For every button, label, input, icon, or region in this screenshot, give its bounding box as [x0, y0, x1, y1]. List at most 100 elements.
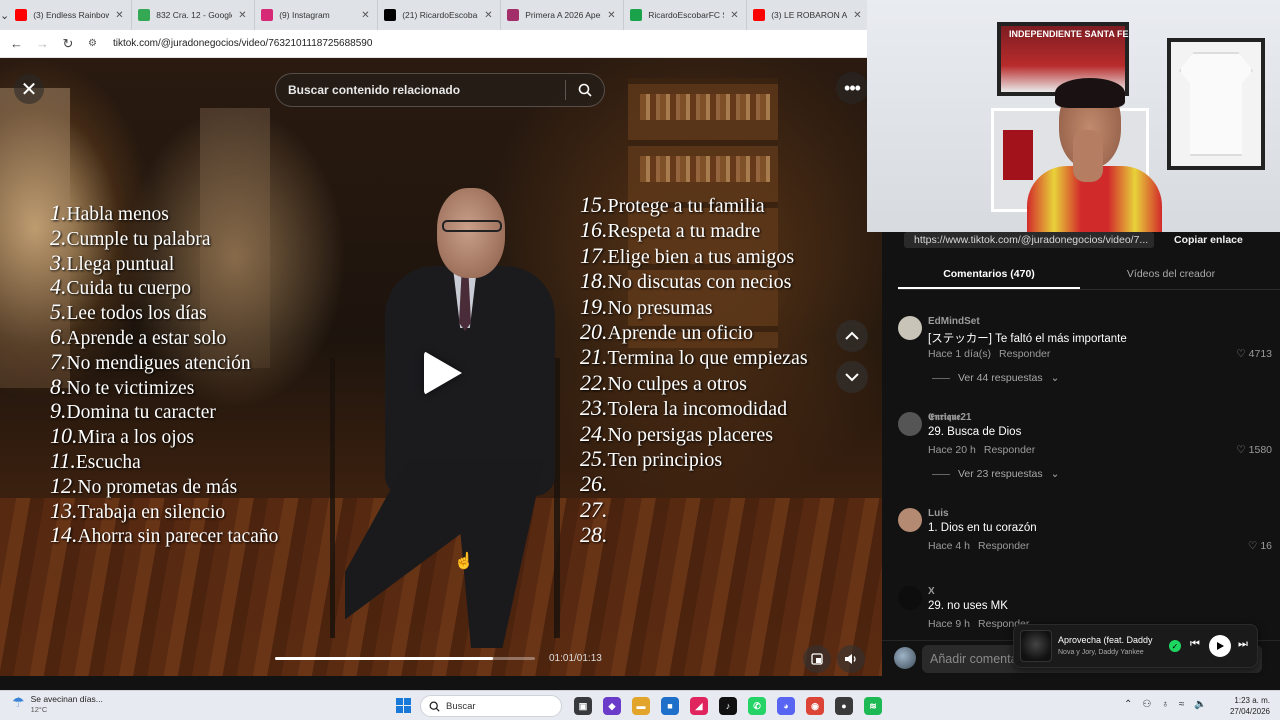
rule-item: 2.Cumple tu palabra [50, 226, 278, 252]
poster-title: INDEPENDIENTE SANTA FE [1009, 29, 1129, 39]
close-button[interactable]: ✕ [14, 74, 44, 104]
volume-button[interactable] [837, 645, 865, 673]
rule-number: 1. [50, 200, 67, 225]
task-view-icon[interactable]: ▣ [574, 697, 592, 715]
avatar[interactable] [898, 412, 922, 436]
rule-text: Lee todos los días [66, 303, 207, 325]
close-tab-icon[interactable]: ✕ [361, 10, 371, 21]
comment-username[interactable]: 𝕰𝖓𝖗𝖎𝖖𝖚𝖊21 [928, 412, 971, 423]
forward-arrow-icon[interactable]: → [36, 36, 49, 51]
comment-username[interactable]: X [928, 586, 935, 597]
store-icon[interactable]: ■ [661, 697, 679, 715]
like-button[interactable]: ♡ 16 [1248, 540, 1272, 552]
avatar[interactable] [898, 316, 922, 340]
more-options-button[interactable]: ••• [836, 72, 868, 104]
play-pause-button[interactable] [1209, 635, 1231, 657]
browser-tab[interactable]: RicardoEscobarFC Stu ✕ [624, 0, 748, 30]
previous-track-icon[interactable]: ⏮ [1190, 638, 1200, 651]
close-tab-icon[interactable]: ✕ [607, 10, 617, 21]
rule-text: No mendigues atención [66, 352, 251, 374]
search-button[interactable] [566, 83, 604, 97]
windows-start-icon[interactable] [396, 698, 411, 713]
obs-icon[interactable]: ● [835, 697, 853, 715]
ellipsis-icon: ••• [844, 77, 861, 98]
close-tab-icon[interactable]: ✕ [853, 10, 863, 21]
tray-chevron-up-icon[interactable]: ⌃ [1124, 699, 1132, 710]
video-player[interactable]: 1.Habla menos 2.Cumple tu palabra 3.Llega … [0, 58, 882, 676]
like-button[interactable]: ♡ 4713 [1236, 348, 1272, 360]
view-replies-button[interactable]: Ver 23 respuestas ⌄ [932, 468, 1059, 480]
related-search-input[interactable]: Buscar contenido relacionado [275, 73, 605, 107]
next-video-button[interactable] [836, 361, 868, 393]
reload-icon[interactable]: ↻ [62, 36, 74, 52]
weather-widget[interactable]: ☂ Se avecinan días... 12°C [12, 694, 103, 714]
close-tab-icon[interactable]: ✕ [238, 10, 248, 21]
avatar[interactable] [898, 586, 922, 610]
network-icon[interactable]: ⚇ [1142, 699, 1151, 710]
view-replies-button[interactable]: Ver 44 respuestas ⌄ [932, 372, 1059, 384]
back-arrow-icon[interactable]: ← [10, 36, 23, 51]
browser-tab[interactable]: (3) Endless Rainbow ✕ [9, 0, 133, 30]
browser-tab[interactable]: (9) Instagram ✕ [255, 0, 379, 30]
copy-link-button[interactable]: Copiar enlace [1174, 234, 1243, 246]
like-button[interactable]: ♡ 1580 [1236, 444, 1272, 456]
floating-player-button[interactable] [803, 645, 831, 673]
file-explorer-icon[interactable]: ▬ [632, 697, 650, 715]
tab-comments[interactable]: Comentarios (470) [898, 260, 1080, 289]
browser-tab[interactable]: Primera A 2026 Aper ✕ [501, 0, 625, 30]
whatsapp-icon[interactable]: ✆ [748, 697, 766, 715]
chevron-down-icon: ⌄ [1050, 372, 1060, 384]
chrome-icon[interactable]: ◉ [806, 697, 824, 715]
site-info-icon[interactable]: ⚙ [88, 38, 97, 49]
search-placeholder: Buscar contenido relacionado [288, 83, 461, 97]
rule-number: 24. [580, 420, 608, 446]
rule-number: 6. [50, 323, 67, 349]
url-text[interactable]: tiktok.com/@juradonegocios/video/7632101… [113, 38, 372, 49]
comment-time: Hace 9 h [928, 618, 971, 630]
saved-check-icon[interactable]: ✓ [1169, 640, 1181, 652]
rule-item: 11.Escucha [50, 449, 278, 475]
next-track-icon[interactable]: ⏭ [1238, 638, 1248, 651]
taskbar-search[interactable]: Buscar [420, 695, 562, 717]
rule-text: Aprende a estar solo [66, 327, 227, 349]
comment-username[interactable]: EdMindSet [928, 316, 980, 327]
reply-button[interactable]: Responder [978, 540, 1029, 552]
microphone-icon[interactable]: ♁ [1161, 699, 1169, 710]
tiktok-icon[interactable]: ♪ [719, 697, 737, 715]
share-link-field[interactable]: https://www.tiktok.com/@juradonegocios/v… [904, 232, 1154, 248]
clock[interactable]: 1:23 a. m. 27/04/2026 [1224, 695, 1270, 717]
volume-icon[interactable]: 🔈 [1194, 699, 1206, 710]
browser-tab[interactable]: (21) RicardoEscobarF ✕ [378, 0, 502, 30]
like-count: 4713 [1248, 348, 1272, 360]
rule-text: Llega puntual [66, 253, 175, 275]
like-count: 1580 [1248, 444, 1272, 456]
avatar[interactable] [898, 508, 922, 532]
spotify-icon[interactable]: ≋ [864, 697, 882, 715]
rule-item: 19.No presumas [580, 294, 808, 320]
capcut-icon[interactable]: ◢ [690, 697, 708, 715]
copilot-icon[interactable]: ◆ [603, 697, 621, 715]
clock-date: 27/04/2026 [1229, 707, 1270, 716]
video-progress-bar[interactable] [275, 657, 535, 660]
rule-item: 9.Domina tu caracter [50, 399, 278, 425]
comment-username[interactable]: Luis [928, 508, 949, 519]
close-tab-icon[interactable]: ✕ [115, 10, 125, 21]
rule-text: Ten principios [607, 449, 723, 472]
previous-video-button[interactable] [836, 320, 868, 352]
tab-creator-videos[interactable]: Vídeos del creador [1080, 260, 1262, 289]
play-icon[interactable] [424, 351, 462, 395]
browser-tab[interactable]: 832 Cra. 12 - Google ✕ [132, 0, 256, 30]
close-tab-icon[interactable]: ✕ [730, 10, 740, 21]
close-tab-icon[interactable]: ✕ [484, 10, 494, 21]
browser-tab[interactable]: (3) LE ROBARON AL P ✕ [747, 0, 871, 30]
discord-icon[interactable]: ◕ [777, 697, 795, 715]
rule-item: 17.Elige bien a tus amigos [580, 243, 808, 269]
heart-icon: ♡ [1236, 348, 1246, 360]
reply-button[interactable]: Responder [999, 348, 1050, 360]
close-icon: ✕ [20, 78, 38, 101]
wifi-icon[interactable]: ≈ [1179, 699, 1185, 710]
rule-text: Termina lo que empiezas [607, 347, 808, 370]
rule-number: 14. [50, 522, 78, 548]
reply-button[interactable]: Responder [984, 444, 1035, 456]
tab-search-chevron-icon[interactable]: ⌄ [0, 0, 9, 30]
